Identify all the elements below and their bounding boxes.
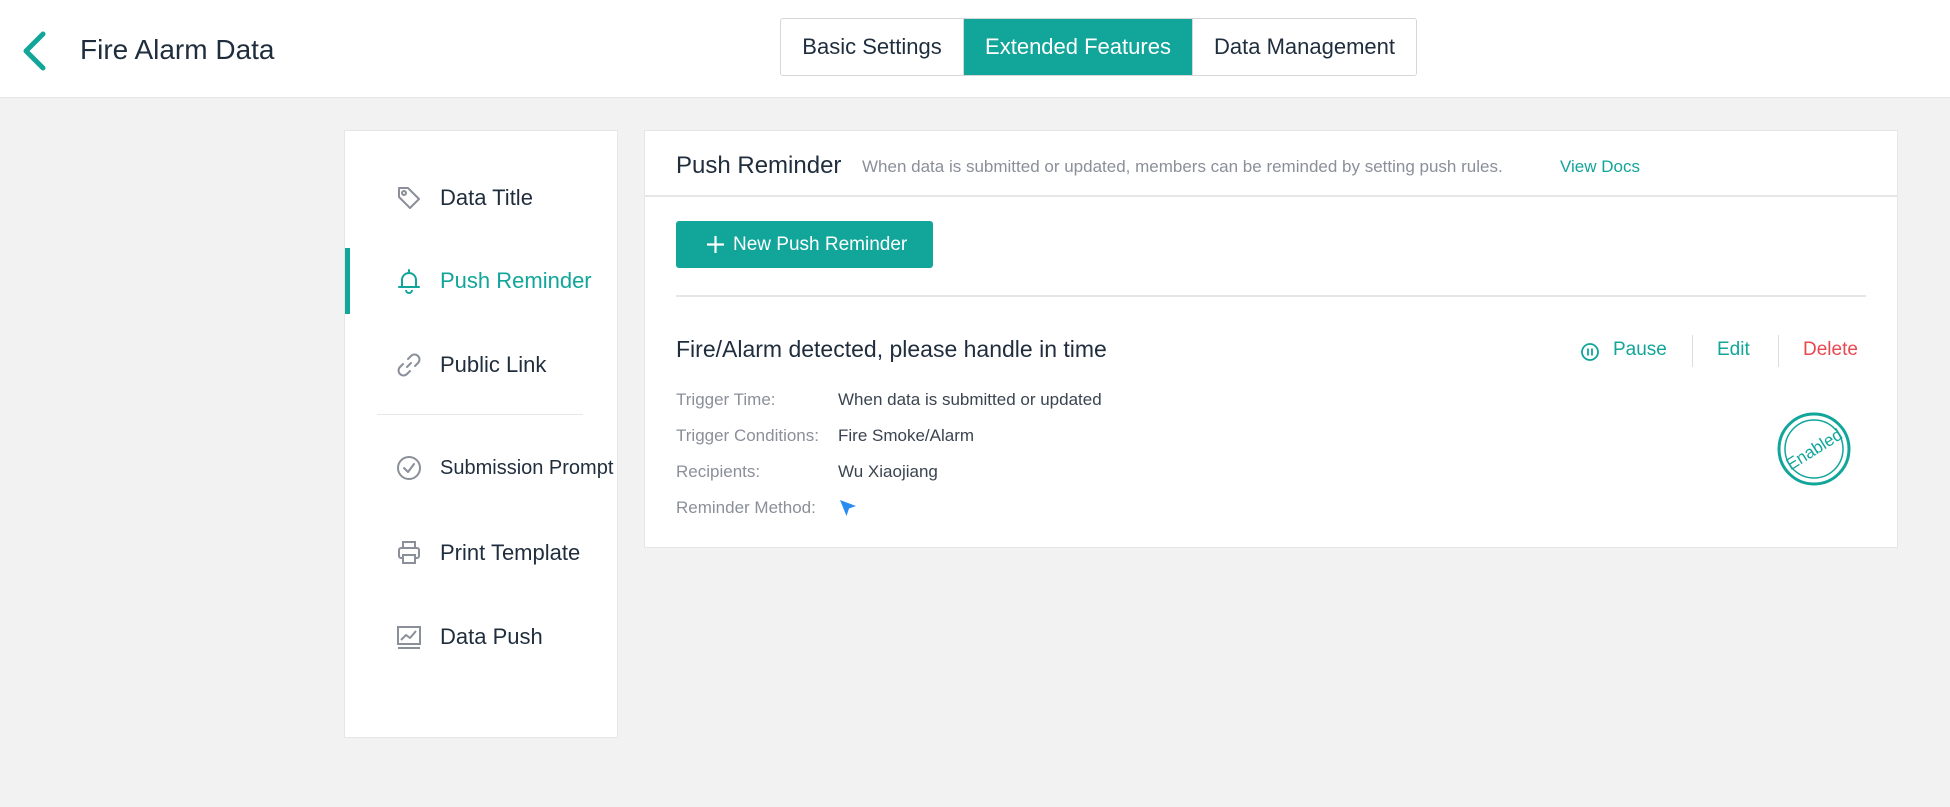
send-arrow-icon (840, 500, 856, 516)
panel-description: When data is submitted or updated, membe… (862, 157, 1503, 176)
edit-button[interactable]: Edit (1717, 339, 1750, 361)
sidebar-item-label: Push Reminder (440, 268, 592, 293)
top-bar: Fire Alarm Data Basic Settings Extended … (0, 0, 1950, 98)
trigger-time-value: When data is submitted or updated (838, 390, 1102, 409)
pause-icon[interactable] (1580, 342, 1600, 362)
sidebar-item-label: Submission Prompt (440, 456, 614, 479)
sidebar-item-label: Data Push (440, 624, 543, 649)
content-divider (676, 295, 1866, 297)
chevron-left-icon (23, 31, 46, 71)
sidebar-item-print-template[interactable]: Print Template (345, 520, 617, 586)
sidebar-item-public-link[interactable]: Public Link (345, 332, 617, 398)
back-button[interactable] (18, 28, 52, 74)
trigger-time-label: Trigger Time: (676, 390, 776, 409)
action-separator (1778, 335, 1779, 367)
tab-extended-features[interactable]: Extended Features (964, 19, 1193, 75)
tag-icon (398, 187, 420, 209)
action-separator (1692, 335, 1693, 367)
plus-icon (707, 236, 724, 253)
tab-basic-settings[interactable]: Basic Settings (781, 19, 964, 75)
sidebar-item-label: Data Title (440, 185, 533, 210)
check-circle-icon (397, 456, 421, 480)
delete-button[interactable]: Delete (1803, 339, 1858, 361)
sidebar-item-submission-prompt[interactable]: Submission Prompt (345, 435, 617, 501)
enabled-stamp: Enabled (1777, 412, 1851, 486)
panel-title: Push Reminder (676, 152, 842, 179)
sidebar-item-label: Print Template (440, 540, 581, 565)
tab-data-management[interactable]: Data Management (1193, 19, 1416, 75)
trigger-conditions-label: Trigger Conditions: (676, 426, 819, 445)
sidebar-divider (377, 414, 583, 415)
new-push-reminder-label: New Push Reminder (733, 234, 908, 255)
sidebar-item-data-push[interactable]: Data Push (345, 604, 617, 670)
printer-icon (398, 541, 420, 564)
push-reminder-panel: Push Reminder When data is submitted or … (644, 130, 1898, 548)
tab-bar: Basic Settings Extended Features Data Ma… (780, 18, 1417, 76)
recipients-label: Recipients: (676, 462, 761, 481)
recipients-value: Wu Xiaojiang (838, 462, 938, 481)
sidebar-item-data-title[interactable]: Data Title (345, 165, 617, 231)
sidebar-item-push-reminder[interactable]: Push Reminder (345, 248, 617, 314)
chart-line-icon (397, 626, 421, 649)
sidebar: Data Title Push Reminder Public Link Sub… (344, 130, 618, 738)
new-push-reminder-button[interactable]: New Push Reminder (676, 221, 933, 268)
rule-title: Fire/Alarm detected, please handle in ti… (676, 336, 1107, 362)
bell-icon (398, 269, 420, 294)
panel-header: Push Reminder When data is submitted or … (645, 131, 1897, 197)
sidebar-item-label: Public Link (440, 352, 547, 377)
reminder-method-label: Reminder Method: (676, 498, 816, 517)
link-icon (397, 353, 421, 377)
trigger-conditions-value: Fire Smoke/Alarm (838, 426, 975, 445)
pause-button[interactable]: Pause (1613, 339, 1667, 361)
view-docs-link[interactable]: View Docs (1560, 157, 1640, 177)
page-title: Fire Alarm Data (80, 34, 275, 65)
